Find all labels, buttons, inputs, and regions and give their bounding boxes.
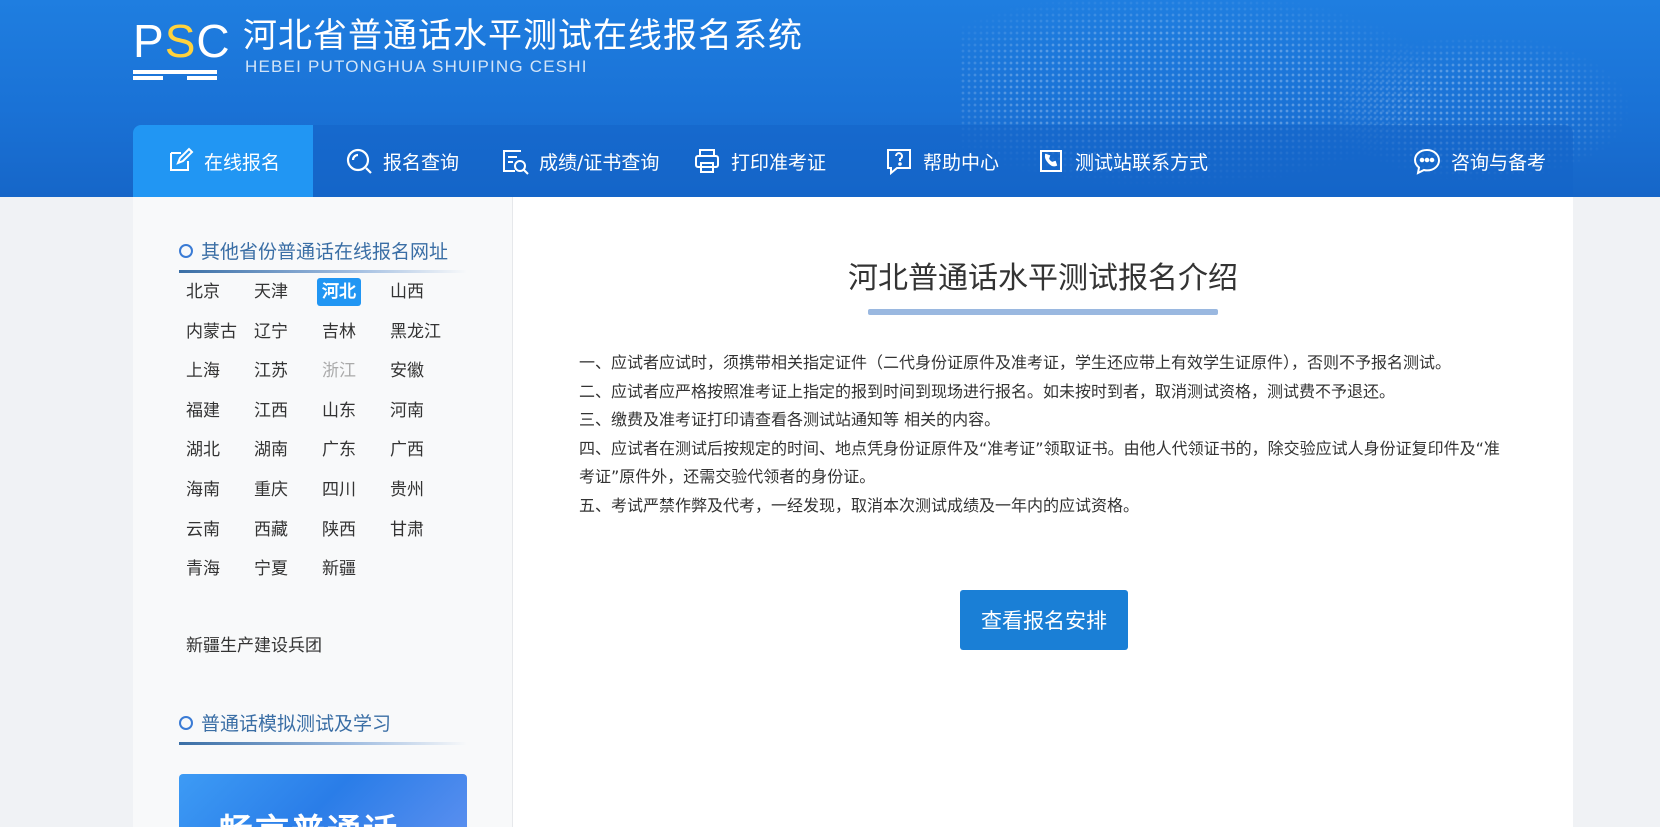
header-banner: PSC 河北省普通话水平测试在线报名系统 HEBEI PUTONGHUA SHU…: [0, 0, 1660, 197]
printer-icon: [695, 149, 719, 173]
nav-item-score-certificate-query[interactable]: 成绩/证书查询: [501, 125, 659, 197]
search-icon: [346, 148, 372, 174]
site-title: 河北省普通话水平测试在线报名系统: [243, 16, 803, 56]
rule-item: 二、应试者应严格按照准考证上指定的报到时间到现场进行报名。如未按时到者，取消测试…: [579, 381, 1396, 401]
nav-label: 帮助中心: [923, 151, 1000, 174]
logo-text: PSC: [133, 15, 231, 67]
province-link[interactable]: 新疆: [317, 555, 361, 583]
chat-icon: [1413, 148, 1441, 175]
province-link[interactable]: 河北: [317, 278, 361, 306]
province-link[interactable]: 西藏: [249, 516, 293, 544]
nav-label: 成绩/证书查询: [539, 151, 660, 174]
help-icon: [887, 149, 911, 175]
province-link[interactable]: 广东: [317, 436, 361, 464]
study-section-heading: 普通话模拟测试及学习: [179, 709, 391, 736]
ring-icon: [179, 243, 193, 258]
ring-icon: [179, 715, 193, 730]
banner-text: 畅言普通话: [219, 804, 399, 827]
province-link[interactable]: 黑龙江: [385, 318, 446, 346]
province-link[interactable]: 贵州: [385, 476, 429, 504]
rule-item: 四、应试者在测试后按规定的时间、地点凭身份证原件及“准考证”领取证书。由他人代领…: [579, 438, 1500, 487]
content-area: 河北普通话水平测试报名介绍 一、应试者应试时，须携带相关指定证件（二代身份证原件…: [513, 197, 1573, 827]
province-link[interactable]: 北京: [181, 278, 225, 306]
rule-item: 五、考试严禁作弊及代考，一经发现，取消本次测试成绩及一年内的应试资格。: [579, 495, 1140, 515]
province-link[interactable]: 海南: [181, 476, 225, 504]
province-link[interactable]: 湖南: [249, 436, 293, 464]
nav-item-registration-query[interactable]: 报名查询: [345, 125, 459, 197]
province-link[interactable]: 浙江: [317, 357, 361, 385]
nav-item-print-admission[interactable]: 打印准考证: [693, 125, 826, 197]
province-link[interactable]: 河南: [385, 397, 429, 425]
nav-item-station-contact[interactable]: 测试站联系方式: [1037, 125, 1208, 197]
province-link[interactable]: 四川: [317, 476, 361, 504]
province-link[interactable]: 青海: [181, 555, 225, 583]
sidebar: 其他省份普通话在线报名网址 北京 天津 河北 山西内蒙古 辽宁 吉林 黑龙江上海 江苏 浙江 安徽…: [133, 197, 513, 827]
province-link[interactable]: 云南: [181, 516, 225, 544]
section-heading-text: 普通话模拟测试及学习: [201, 713, 392, 735]
page-title: 河北普通话水平测试报名介绍: [848, 261, 1238, 296]
main-container: 其他省份普通话在线报名网址 北京 天津 河北 山西内蒙古 辽宁 吉林 黑龙江上海 江苏 浙江 安徽…: [133, 197, 1573, 827]
rules-list: 一、应试者应试时，须携带相关指定证件（二代身份证原件及准考证，学生还应带上有效学…: [579, 349, 1509, 520]
rule-item: 三、缴费及准考证打印请查看各测试站通知等 相关的内容。: [579, 410, 1001, 429]
nav-label: 报名查询: [383, 151, 460, 174]
certificate-search-icon: [503, 150, 529, 175]
rule-item: 一、应试者应试时，须携带相关指定证件（二代身份证原件及准考证，学生还应带上有效学…: [579, 353, 1452, 372]
province-link[interactable]: 江西: [249, 397, 293, 425]
main-nav: 在线报名 报名查询 成绩/证书查询 打印准考证 帮助中心 测试站联系方式 咨询与…: [133, 125, 1573, 197]
province-link[interactable]: 湖北: [181, 436, 225, 464]
province-link[interactable]: 天津: [249, 278, 293, 306]
province-link[interactable]: 甘肃: [385, 516, 429, 544]
logo-bars: [133, 70, 217, 80]
province-link[interactable]: 吉林: [317, 318, 361, 346]
province-link-xjbingtuan[interactable]: 新疆生产建设兵团: [181, 632, 327, 660]
nav-item-online-registration[interactable]: 在线报名: [133, 125, 313, 197]
section-heading-text: 其他省份普通话在线报名网址: [201, 241, 449, 263]
nav-label: 咨询与备考: [1451, 151, 1547, 174]
province-link[interactable]: 重庆: [249, 476, 293, 504]
province-link[interactable]: 宁夏: [249, 555, 293, 583]
nav-item-consult-prepare[interactable]: 咨询与备考: [1413, 125, 1546, 197]
province-link[interactable]: 安徽: [385, 357, 429, 385]
nav-label: 测试站联系方式: [1075, 151, 1209, 174]
nav-item-help-center[interactable]: 帮助中心: [885, 125, 999, 197]
changyan-banner[interactable]: 畅言普通话: [179, 774, 467, 827]
province-link[interactable]: 上海: [181, 357, 225, 385]
province-link[interactable]: 山西: [385, 278, 429, 306]
province-link[interactable]: 辽宁: [249, 318, 293, 346]
edit-icon: [169, 147, 194, 171]
view-schedule-button[interactable]: 查看报名安排: [960, 590, 1128, 650]
province-link[interactable]: 广西: [385, 436, 429, 464]
section-divider: [179, 742, 467, 745]
provinces-section-heading: 其他省份普通话在线报名网址: [179, 237, 448, 264]
province-link[interactable]: 江苏: [249, 357, 293, 385]
nav-label: 在线报名: [203, 151, 280, 174]
title-underline: [868, 309, 1218, 315]
province-link[interactable]: 内蒙古: [181, 318, 242, 346]
section-divider: [179, 270, 467, 273]
psc-logo: PSC: [133, 18, 230, 80]
province-link[interactable]: 陕西: [317, 516, 361, 544]
province-link[interactable]: 山东: [317, 397, 361, 425]
site-subtitle: HEBEI PUTONGHUA SHUIPING CESHI: [245, 57, 588, 76]
phone-contact-icon: [1040, 150, 1062, 172]
province-link[interactable]: 福建: [181, 397, 225, 425]
nav-label: 打印准考证: [731, 151, 827, 174]
